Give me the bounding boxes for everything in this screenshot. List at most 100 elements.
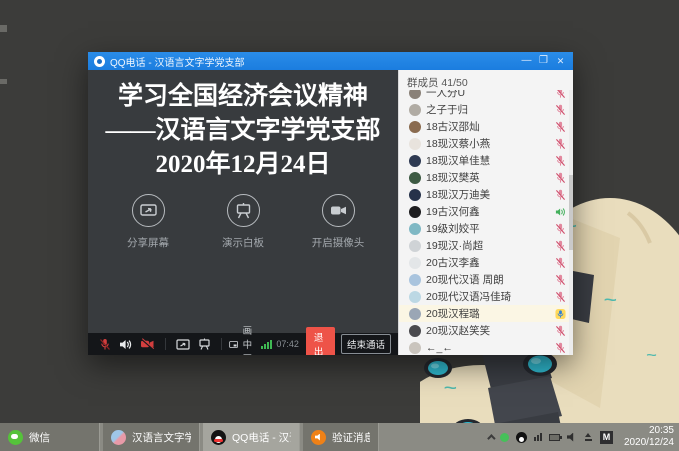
qq-call-app-icon (94, 56, 105, 67)
taskbar-item-wechat[interactable]: 微信 (0, 423, 100, 451)
network-signal-icon (261, 340, 272, 349)
tray-expand-icon[interactable] (487, 434, 495, 442)
mic-muted-button[interactable] (99, 338, 111, 351)
member-name: 19现汉·尚超 (426, 238, 550, 253)
member-mic-muted-icon (555, 189, 566, 201)
member-name: 18现汉单佳慧 (426, 153, 550, 168)
qq-call-window: QQ电话 - 汉语言文字学党支部 — ❐ ✕ 学习全国经济会议精神 ——汉语言文… (88, 52, 573, 355)
whiteboard-button[interactable]: 演示白板 (211, 194, 275, 250)
member-name: 18现汉樊英 (426, 170, 550, 185)
open-camera-button[interactable]: 开启摄像头 (306, 194, 370, 250)
member-avatar (409, 342, 421, 354)
member-avatar (409, 308, 421, 320)
tray-eject-icon[interactable] (584, 433, 593, 441)
taskbar-item-qq-call[interactable]: QQ电话 - 汉语言... (203, 423, 300, 451)
mic-muted-icon (99, 338, 111, 351)
tray-input-method-icon[interactable]: M (600, 431, 613, 444)
member-name: 之子于归 (426, 102, 550, 117)
desktop-icon-fragment (0, 79, 7, 84)
toolbar-divider (221, 338, 222, 350)
minimize-button[interactable]: — (518, 54, 535, 68)
member-avatar (409, 223, 421, 235)
member-mic-muted-icon (555, 104, 566, 116)
picture-in-picture-icon (229, 339, 238, 350)
member-list-scrollbar[interactable] (569, 90, 573, 355)
camera-off-icon (140, 338, 155, 350)
member-row[interactable]: 18现汉樊英 (399, 169, 573, 186)
qq-icon (211, 430, 226, 445)
member-row[interactable]: 18古汉邵灿 (399, 118, 573, 135)
member-name: 18古汉邵灿 (426, 119, 550, 134)
member-list: 一人分U (399, 84, 573, 355)
close-button[interactable]: ✕ (552, 54, 569, 68)
member-row[interactable]: 20古汉李鑫 (399, 254, 573, 271)
member-name: 20现代汉语冯佳琦 (426, 289, 550, 304)
member-avatar (409, 104, 421, 116)
member-row[interactable]: ←_← (399, 339, 573, 355)
clock-time: 20:35 (624, 425, 674, 437)
whiteboard-icon (234, 202, 253, 220)
member-mic-muted-icon (555, 155, 566, 167)
tray-wechat-icon[interactable] (500, 433, 509, 442)
taskbar-clock[interactable]: 20:35 2020/12/24 (624, 425, 674, 449)
member-name: 19古汉何鑫 (426, 204, 550, 219)
member-row[interactable]: 20现汉程璐 (399, 305, 573, 322)
system-tray: M (487, 423, 613, 451)
picture-in-picture-label: 画中画 (243, 323, 262, 355)
shared-screen-area: 学习全国经济会议精神 ——汉语言文字学党支部 2020年12月24日 分享屏幕 (88, 70, 398, 355)
speaker-button[interactable] (119, 339, 132, 350)
member-row[interactable]: 18现汉单佳慧 (399, 152, 573, 169)
camera-off-button[interactable] (140, 338, 155, 350)
taskbar-item-label: QQ电话 - 汉语言... (232, 430, 291, 445)
member-row[interactable]: 20现汉赵笑笑 (399, 322, 573, 339)
maximize-button[interactable]: ❐ (535, 54, 552, 68)
toolbar-whiteboard-button[interactable] (198, 338, 211, 350)
window-title: QQ电话 - 汉语言文字学党支部 (110, 54, 518, 69)
member-row[interactable]: 18现汉蔡小燕 (399, 135, 573, 152)
picture-in-picture-button[interactable]: 画中画 (229, 323, 261, 355)
member-avatar (409, 291, 421, 303)
exit-button[interactable]: 退出 (306, 327, 335, 355)
toolbar-share-screen-button[interactable] (176, 339, 190, 350)
taskbar: 微信 汉语言文字学党... QQ电话 - 汉语言... 验证消息 M 20:35… (0, 423, 679, 451)
scrollbar-thumb[interactable] (569, 175, 573, 250)
taskbar-item-label: 微信 (29, 430, 50, 445)
share-screen-button[interactable]: 分享屏幕 (116, 194, 180, 250)
share-screen-label: 分享屏幕 (116, 235, 180, 250)
desktop-icon-fragment (0, 25, 7, 32)
member-row[interactable]: 19级刘姣平 (399, 220, 573, 237)
tray-qq-icon[interactable] (516, 432, 527, 443)
member-mic-muted-icon (555, 172, 566, 184)
whiteboard-label: 演示白板 (211, 235, 275, 250)
member-mic-muted-icon (555, 274, 566, 286)
clock-date: 2020/12/24 (624, 437, 674, 449)
member-row[interactable]: 20现代汉语冯佳琦 (399, 288, 573, 305)
member-avatar (409, 155, 421, 167)
member-avatar (409, 274, 421, 286)
member-row[interactable]: 19现汉·尚超 (399, 237, 573, 254)
member-row[interactable]: 之子于归 (399, 101, 573, 118)
member-mic-muted-icon (555, 138, 566, 150)
member-row[interactable]: 19古汉何鑫 (399, 203, 573, 220)
taskbar-item-group-chat[interactable]: 汉语言文字学党... (103, 423, 200, 451)
member-mic-muted-icon (555, 342, 566, 354)
toolbar-share-screen-icon (176, 339, 190, 350)
tray-volume-icon[interactable] (567, 433, 577, 442)
window-titlebar[interactable]: QQ电话 - 汉语言文字学党支部 — ❐ ✕ (88, 52, 573, 70)
tray-network-icon[interactable] (534, 433, 542, 441)
member-panel: 群成员 41/50 一人分U (398, 70, 573, 355)
share-screen-icon (139, 202, 158, 219)
toolbar-whiteboard-icon (198, 338, 211, 350)
taskbar-item-verify-message[interactable]: 验证消息 (303, 423, 379, 451)
member-name: 18现汉蔡小燕 (426, 136, 550, 151)
member-avatar (409, 257, 421, 269)
member-avatar (409, 206, 421, 218)
call-toolbar: 画中画 07:42 退出 结束通话 (88, 333, 398, 355)
end-call-button[interactable]: 结束通话 (341, 334, 391, 354)
member-row[interactable]: 20现代汉语 周朗 (399, 271, 573, 288)
member-row[interactable]: 18现汉万迪美 (399, 186, 573, 203)
member-mic-muted-icon (555, 291, 566, 303)
member-avatar (409, 240, 421, 252)
slide-line-2: ——汉语言文字学党支部 (88, 114, 398, 148)
tray-battery-icon[interactable] (549, 434, 560, 441)
